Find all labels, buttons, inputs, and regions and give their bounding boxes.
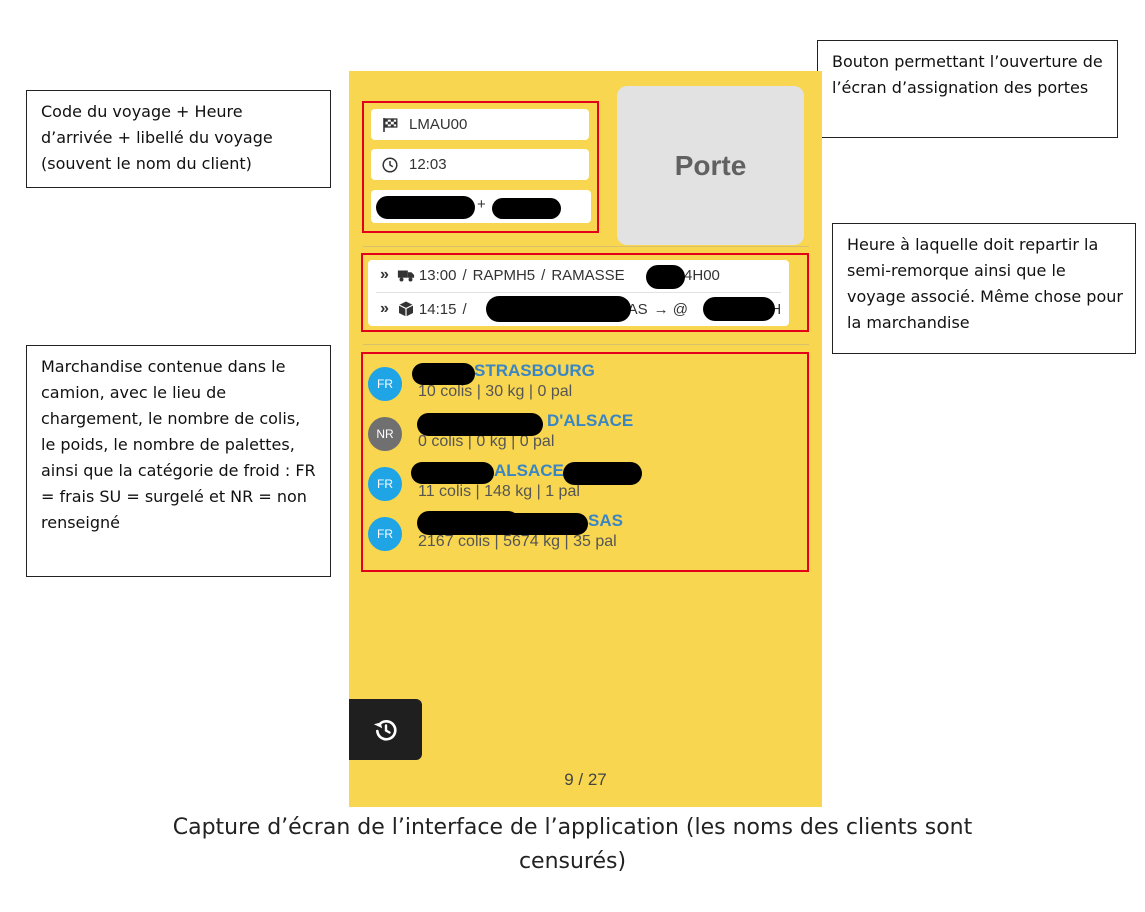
figure-caption-line-1: Capture d’écran de l’interface de l’appl…	[172, 815, 973, 840]
annotation-departure: Heure à laquelle doit repartir la semi-r…	[832, 223, 1136, 354]
figure-caption-line-2: censurés)	[518, 849, 627, 874]
page-indicator: 9 / 27	[564, 770, 607, 789]
highlight-frame-goods	[361, 352, 809, 572]
annotation-trip-info: Code du voyage + Heure d’arrivée + libel…	[26, 90, 331, 188]
annotation-door-button: Bouton permettant l’ouverture de l’écran…	[817, 40, 1118, 138]
history-button[interactable]	[349, 699, 422, 760]
divider	[363, 246, 809, 247]
highlight-frame-trip	[362, 101, 599, 233]
divider	[363, 344, 809, 345]
history-icon	[373, 719, 397, 741]
annotation-goods: Marchandise contenue dans le camion, ave…	[26, 345, 331, 577]
door-assignment-button[interactable]: Porte	[617, 86, 804, 245]
highlight-frame-departure	[361, 253, 809, 332]
